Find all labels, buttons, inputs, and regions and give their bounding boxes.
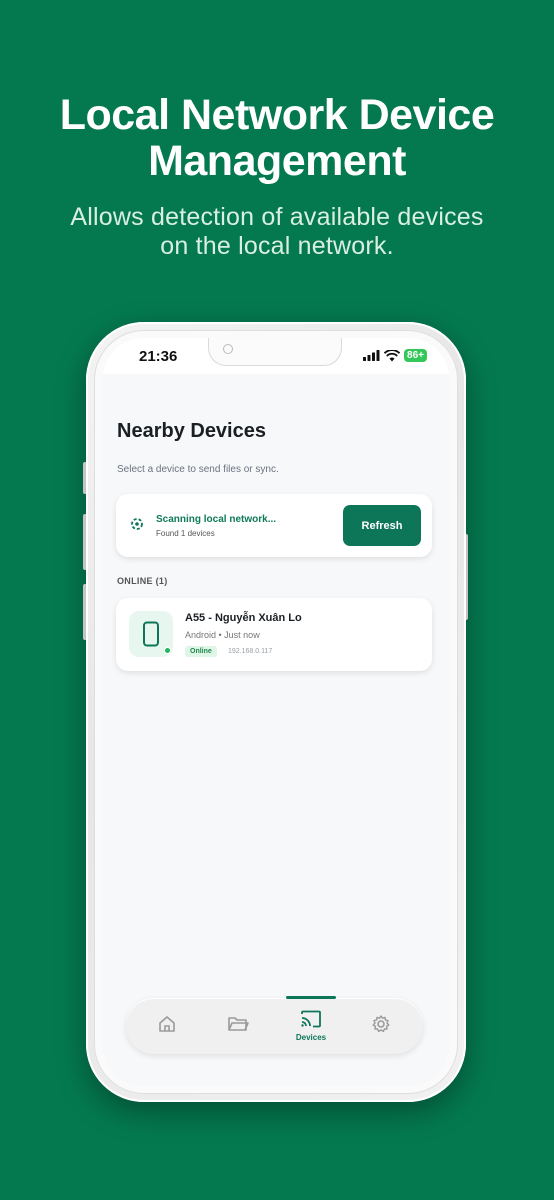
nav-item-home[interactable] <box>147 1014 187 1039</box>
home-icon <box>159 1016 175 1032</box>
cast-icon <box>301 1010 321 1028</box>
online-section-label: ONLINE (1) <box>117 576 168 586</box>
status-icons: 86+ <box>363 349 427 362</box>
device-avatar <box>129 611 173 657</box>
status-badge: Online <box>185 646 217 657</box>
phone-screen: 21:36 86+ Nearby Devices Select a device… <box>103 338 449 1086</box>
scanning-spinner-icon <box>131 518 143 530</box>
hero-subtitle: Allows detection of available devices on… <box>0 203 554 261</box>
hero-subtitle-line-1: Allows detection of available devices <box>70 203 484 231</box>
scan-status-card: Scanning local network... Found 1 device… <box>116 494 432 557</box>
nav-label-devices: Devices <box>295 1033 327 1042</box>
online-status-dot <box>164 647 171 654</box>
device-list-item[interactable]: A55 - Nguyễn Xuân Lo Android • Just now … <box>116 598 432 671</box>
phone-device-icon <box>143 621 159 647</box>
signal-icon <box>363 350 380 361</box>
bottom-nav: Devices <box>126 996 423 1054</box>
device-ip: 192.168.0.117 <box>228 648 273 655</box>
hero-title: Local Network Device Management <box>0 92 554 184</box>
active-tab-indicator <box>286 996 336 999</box>
hero-subtitle-line-2: on the local network. <box>160 232 394 260</box>
page-title: Nearby Devices <box>117 420 266 442</box>
nav-item-settings[interactable] <box>361 1014 401 1039</box>
device-name: A55 - Nguyễn Xuân Lo <box>185 612 302 624</box>
nav-item-devices[interactable]: Devices <box>291 1010 331 1042</box>
folder-icon <box>228 1017 249 1031</box>
nav-item-files[interactable] <box>218 1014 258 1039</box>
hero-title-line-1: Local Network Device <box>59 91 495 139</box>
status-bar: 21:36 86+ <box>103 338 449 374</box>
page-subtitle: Select a device to send files or sync. <box>117 464 279 475</box>
gear-icon <box>372 1015 390 1033</box>
scan-status-text: Scanning local network... <box>156 514 277 525</box>
camera-icon <box>223 344 233 354</box>
hero-title-line-2: Management <box>148 137 406 185</box>
device-meta: Android • Just now <box>185 630 260 640</box>
scan-count-text: Found 1 devices <box>156 529 215 538</box>
wifi-icon <box>384 349 401 361</box>
status-time: 21:36 <box>139 348 178 365</box>
dynamic-island <box>208 338 342 366</box>
refresh-button[interactable]: Refresh <box>343 505 421 546</box>
battery-icon: 86+ <box>404 349 427 362</box>
